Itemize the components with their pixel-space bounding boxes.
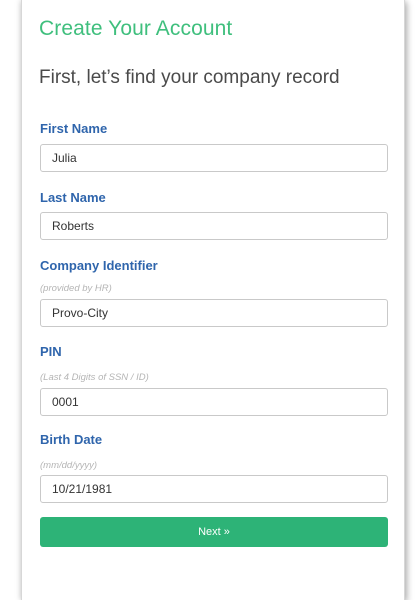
next-button[interactable]: Next » bbox=[40, 517, 388, 547]
form-subtitle: First, let’s find your company record bbox=[39, 67, 340, 88]
birth-date-hint: (mm/dd/yyyy) bbox=[40, 460, 97, 471]
company-identifier-field[interactable] bbox=[40, 299, 388, 327]
account-form-card: Create Your Account First, let’s find yo… bbox=[21, 0, 405, 600]
birth-date-field[interactable] bbox=[40, 475, 388, 503]
company-identifier-hint: (provided by HR) bbox=[40, 283, 112, 294]
first-name-field[interactable] bbox=[40, 144, 388, 172]
birth-date-label: Birth Date bbox=[40, 432, 103, 447]
pin-field[interactable] bbox=[40, 388, 388, 416]
pin-label: PIN bbox=[40, 344, 62, 359]
company-identifier-label: Company Identifier bbox=[40, 258, 158, 273]
last-name-field[interactable] bbox=[40, 212, 388, 240]
form-title: Create Your Account bbox=[39, 17, 233, 40]
first-name-label: First Name bbox=[40, 121, 108, 136]
last-name-label: Last Name bbox=[40, 190, 106, 205]
pin-hint: (Last 4 Digits of SSN / ID) bbox=[40, 372, 149, 383]
